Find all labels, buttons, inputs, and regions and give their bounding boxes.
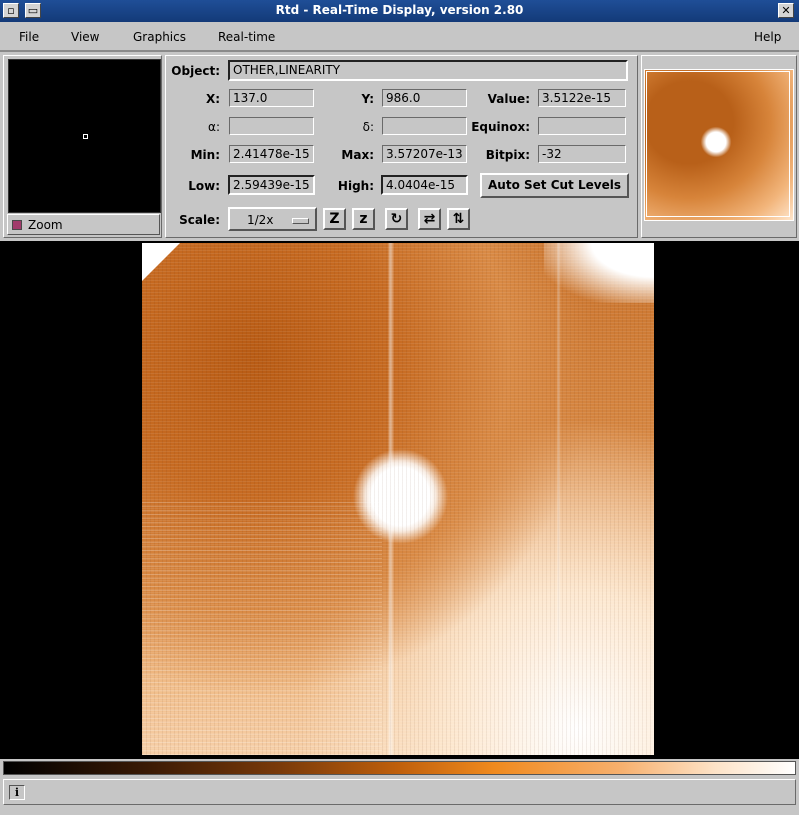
equinox-label: Equinox: <box>471 120 530 134</box>
pan-view-frame[interactable] <box>646 71 790 217</box>
flip-y-button[interactable]: ⇅ <box>447 208 470 230</box>
delta-label: δ: <box>362 120 374 134</box>
image-corner-bright <box>544 243 654 303</box>
rotate-icon: ↻ <box>390 211 403 227</box>
x-label: X: <box>205 92 220 106</box>
rotate-button[interactable]: ↻ <box>385 208 408 230</box>
status-bar: i <box>3 779 796 805</box>
x-field: 137.0 <box>229 89 314 107</box>
zoom-out-icon: z <box>359 211 368 227</box>
flip-x-button[interactable]: ⇄ <box>418 208 441 230</box>
option-menu-indicator-icon <box>292 218 309 224</box>
bitpix-label: Bitpix: <box>485 148 530 162</box>
y-field: 986.0 <box>382 89 467 107</box>
close-icon: ✕ <box>781 4 791 17</box>
pan-panel <box>641 55 797 238</box>
auto-set-cut-levels-button[interactable]: Auto Set Cut Levels <box>480 173 629 198</box>
scale-menu[interactable]: 1/2x <box>228 207 317 231</box>
menu-help[interactable]: Help <box>754 30 781 44</box>
object-field[interactable]: OTHER,LINEARITY <box>228 60 628 81</box>
menu-file[interactable]: File <box>19 30 39 44</box>
info-icon[interactable]: i <box>9 785 25 800</box>
scale-value: 1/2x <box>247 213 274 227</box>
window-title: Rtd - Real-Time Display, version 2.80 <box>275 3 524 17</box>
low-cut-input[interactable]: 2.59439e-15 <box>228 175 315 195</box>
info-panel: Object: OTHER,LINEARITY X: 137.0 Y: 986.… <box>165 55 638 238</box>
zoom-panel: Zoom <box>3 55 162 238</box>
image-corner-blank <box>142 243 180 281</box>
colorbar[interactable] <box>3 761 796 775</box>
title-bar: ▫ ▭ Rtd - Real-Time Display, version 2.8… <box>0 0 799 22</box>
bitpix-field: -32 <box>538 145 626 163</box>
alpha-label: α: <box>208 120 220 134</box>
menu-bar: File View Graphics Real-time Help <box>0 22 799 52</box>
flip-x-icon: ⇄ <box>423 211 436 227</box>
high-cut-input[interactable]: 4.0404e-15 <box>381 175 468 195</box>
object-label: Object: <box>171 64 220 78</box>
value-label: Value: <box>487 92 530 106</box>
scale-label: Scale: <box>179 213 220 227</box>
zoom-view[interactable] <box>8 59 161 213</box>
menu-view[interactable]: View <box>71 30 99 44</box>
zoom-out-button[interactable]: z <box>352 208 375 230</box>
image-striped-region <box>142 499 382 755</box>
max-label: Max: <box>341 148 374 162</box>
menu-graphics[interactable]: Graphics <box>133 30 186 44</box>
delta-field <box>382 117 467 135</box>
min-label: Min: <box>190 148 220 162</box>
low-label: Low: <box>188 179 220 193</box>
y-label: Y: <box>361 92 374 106</box>
image-canvas[interactable] <box>0 241 799 759</box>
window-close-button[interactable]: ✕ <box>778 3 794 18</box>
zoom-in-icon: Z <box>329 211 340 227</box>
zoom-toggle-indicator[interactable] <box>12 220 22 230</box>
max-field: 3.57207e-13 <box>382 145 467 163</box>
zoom-cursor-marker <box>83 134 88 139</box>
zoom-in-button[interactable]: Z <box>323 208 346 230</box>
high-label: High: <box>337 179 374 193</box>
zoom-toggle-button[interactable]: Zoom <box>7 214 160 235</box>
menu-realtime[interactable]: Real-time <box>218 30 275 44</box>
pan-image[interactable] <box>644 69 794 221</box>
flip-y-icon: ⇅ <box>452 211 465 227</box>
main-image[interactable] <box>142 243 654 755</box>
value-field: 3.5122e-15 <box>538 89 626 107</box>
equinox-field <box>538 117 626 135</box>
zoom-toggle-label: Zoom <box>28 218 63 232</box>
min-field: 2.41478e-15 <box>229 145 314 163</box>
alpha-field <box>229 117 314 135</box>
